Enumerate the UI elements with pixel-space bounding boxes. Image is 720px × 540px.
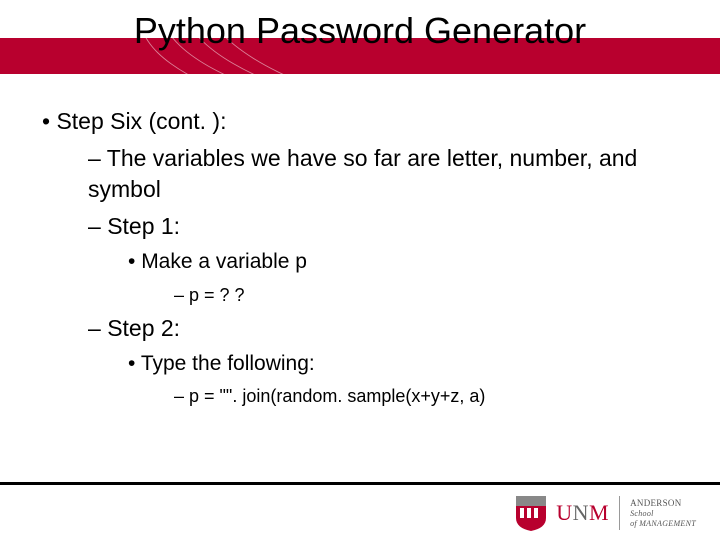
bullet-level2: The variables we have so far are letter,… (88, 143, 684, 205)
slide-title: Python Password Generator (0, 10, 720, 52)
bullet-level4: p = ? ? (174, 283, 684, 307)
bullet-text: Step Six (cont. ): (56, 108, 226, 134)
logo-sub2: School (630, 509, 696, 518)
bullet-text: p = ? ? (189, 285, 245, 305)
logo-m: M (589, 500, 609, 525)
logo-text: UNM (556, 502, 609, 524)
logo-divider (619, 496, 620, 530)
shield-icon (514, 494, 548, 532)
logo-subtext: ANDERSON School of MANAGEMENT (630, 498, 696, 528)
bullet-text: Step 1: (107, 213, 180, 239)
bullet-level3: Make a variable p (128, 248, 684, 276)
bullet-level4: p = "". join(random. sample(x+y+z, a) (174, 384, 684, 408)
bullet-text: Type the following: (141, 352, 315, 375)
logo-main: UNM (556, 502, 609, 524)
bullet-level2: Step 1: (88, 211, 684, 242)
logo-n: N (573, 500, 589, 525)
slide-content: Step Six (cont. ): The variables we have… (0, 78, 720, 409)
bullet-level1: Step Six (cont. ): (42, 106, 684, 137)
bullet-text: Step 2: (107, 315, 180, 341)
bullet-level3: Type the following: (128, 350, 684, 378)
footer: UNM ANDERSON School of MANAGEMENT (0, 482, 720, 540)
header-band: Python Password Generator (0, 0, 720, 78)
logo-sub1: ANDERSON (630, 499, 696, 508)
bullet-level2: Step 2: (88, 313, 684, 344)
bullet-text: p = "". join(random. sample(x+y+z, a) (189, 386, 485, 406)
bullet-text: The variables we have so far are letter,… (88, 145, 637, 202)
unm-logo: UNM ANDERSON School of MANAGEMENT (514, 494, 696, 532)
logo-sub3-text: of MANAGEMENT (630, 519, 696, 528)
logo-sub2-text: School (630, 509, 654, 518)
bullet-text: Make a variable p (141, 250, 307, 273)
logo-u: U (556, 500, 572, 525)
logo-sub3: of MANAGEMENT (630, 519, 696, 528)
